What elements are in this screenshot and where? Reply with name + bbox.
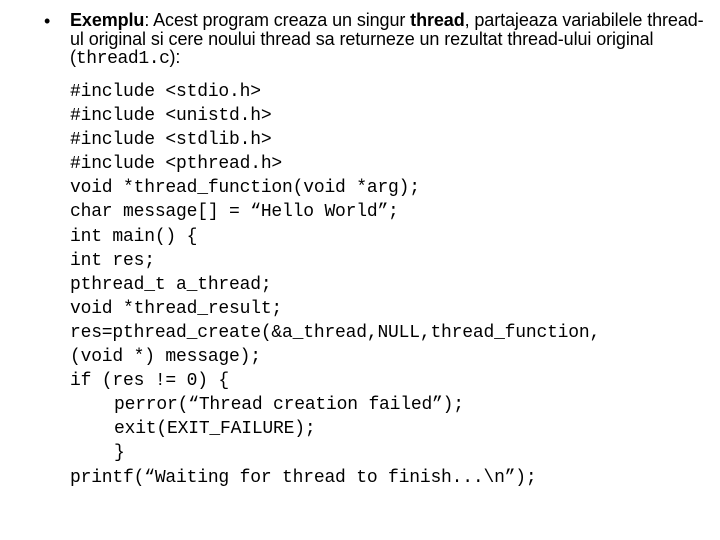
code-line: void *thread_function(void *arg); <box>70 178 420 199</box>
code-line: int main() { <box>70 226 198 247</box>
bullet-point: • <box>44 11 51 31</box>
code-line: #include <unistd.h> <box>70 106 272 127</box>
code-line: perror(“Thread creation failed”); <box>114 395 464 416</box>
code-block: #include <stdio.h> #include <unistd.h> #in… <box>70 80 600 490</box>
code-line: (void *) message); <box>70 347 261 368</box>
code-line: #include <stdio.h> <box>70 82 261 102</box>
intro-filename: thread1.c <box>75 49 170 69</box>
code-line: void *thread_result; <box>70 298 283 319</box>
code-line: int res; <box>70 250 155 271</box>
code-line: res=pthread_create(&a_thread,NULL,thread… <box>70 322 601 343</box>
code-line: } <box>114 443 125 464</box>
code-line: #include <pthread.h> <box>70 154 283 175</box>
code-line: exit(EXIT_FAILURE); <box>114 419 316 440</box>
intro-label: Exemplu <box>70 10 145 30</box>
intro-text-1: : Acest program creaza un singur <box>144 10 411 30</box>
slide: • Exemplu: Acest program creaza un singu… <box>0 0 720 540</box>
intro-closing: ): <box>169 47 181 67</box>
code-line: #include <stdlib.h> <box>70 130 272 151</box>
code-line: char message[] = “Hello World”; <box>70 202 399 223</box>
code-line: printf(“Waiting for thread to finish...\… <box>70 467 537 488</box>
intro-paragraph: Exemplu: Acest program creaza un singur … <box>70 11 710 69</box>
intro-emphasis: thread <box>410 10 465 30</box>
code-line: pthread_t a_thread; <box>70 274 272 295</box>
code-line: if (res != 0) { <box>70 371 230 392</box>
